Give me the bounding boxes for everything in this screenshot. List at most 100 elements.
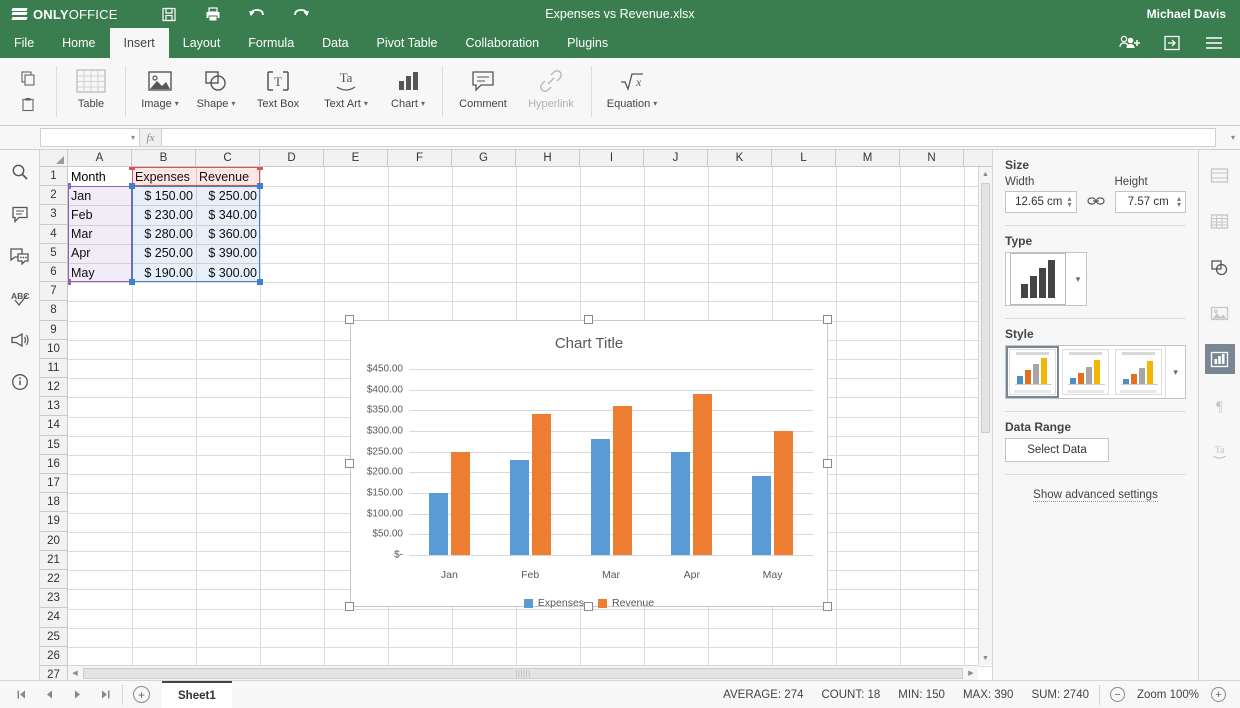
spellcheck-icon[interactable]: ABC (8, 286, 32, 310)
save-icon[interactable] (158, 4, 180, 24)
column-header-l[interactable]: L (772, 150, 836, 166)
tab-insert[interactable]: Insert (109, 28, 169, 58)
last-sheet-icon[interactable] (98, 688, 112, 702)
insert-chart-button[interactable]: Chart ▾ (380, 58, 436, 125)
cell-C1[interactable]: Revenue (196, 167, 260, 186)
tab-formula[interactable]: Formula (234, 28, 308, 58)
column-header-e[interactable]: E (324, 150, 388, 166)
cell-B2[interactable]: $ 150.00 (132, 186, 196, 205)
row-header-3[interactable]: 3 (40, 205, 67, 225)
column-header-b[interactable]: B (132, 150, 196, 166)
vertical-scroll-thumb[interactable] (981, 183, 990, 433)
cell-B4[interactable]: $ 280.00 (132, 225, 196, 244)
header-footer-settings-icon[interactable] (1205, 160, 1235, 190)
sheet-tab-sheet1[interactable]: Sheet1 (162, 681, 232, 708)
chart-resize-handle[interactable] (584, 315, 593, 324)
table-settings-icon[interactable] (1205, 206, 1235, 236)
tab-layout[interactable]: Layout (169, 28, 235, 58)
zoom-in-button[interactable]: + (1211, 687, 1226, 702)
formula-input[interactable] (162, 128, 1216, 147)
scroll-up-icon[interactable]: ▲ (979, 167, 992, 181)
height-input[interactable]: 7.57 cm ▴ ▾ (1114, 191, 1186, 213)
chart-bar[interactable] (590, 439, 610, 555)
row-header-2[interactable]: 2 (40, 186, 67, 206)
feedback-icon[interactable] (8, 328, 32, 352)
column-header-h[interactable]: H (516, 150, 580, 166)
row-header-25[interactable]: 25 (40, 628, 67, 647)
open-location-icon[interactable] (1160, 31, 1184, 55)
range-handle[interactable] (129, 279, 135, 286)
previous-sheet-icon[interactable] (42, 688, 56, 702)
legend-item[interactable]: Revenue (598, 597, 654, 609)
paragraph-settings-icon[interactable]: ¶ (1205, 390, 1235, 420)
search-icon[interactable] (8, 160, 32, 184)
tab-home[interactable]: Home (48, 28, 109, 58)
row-header-1[interactable]: 1 (40, 167, 67, 187)
chart-resize-handle[interactable] (345, 602, 354, 611)
row-header-20[interactable]: 20 (40, 532, 67, 551)
row-header-16[interactable]: 16 (40, 455, 67, 474)
horizontal-scrollbar[interactable]: ◀ |||||| ▶ (68, 665, 978, 680)
chart-resize-handle[interactable] (345, 315, 354, 324)
tab-plugins[interactable]: Plugins (553, 28, 622, 58)
chart-settings-icon[interactable] (1204, 344, 1235, 374)
style-thumb-3[interactable] (1112, 346, 1165, 398)
cell-B3[interactable]: $ 230.00 (132, 205, 196, 224)
add-sheet-button[interactable]: + (133, 686, 150, 703)
scroll-down-icon[interactable]: ▼ (979, 651, 992, 665)
row-header-13[interactable]: 13 (40, 397, 67, 417)
select-data-button[interactable]: Select Data (1005, 438, 1109, 462)
row-header-26[interactable]: 26 (40, 647, 67, 666)
chart-bar[interactable] (509, 459, 529, 555)
row-header-5[interactable]: 5 (40, 244, 67, 263)
show-advanced-settings-link[interactable]: Show advanced settings (1033, 489, 1158, 502)
zoom-out-button[interactable]: − (1109, 687, 1125, 702)
row-header-19[interactable]: 19 (40, 512, 67, 532)
comment-icon[interactable] (8, 202, 32, 226)
chart-bar[interactable] (450, 451, 470, 555)
chat-icon[interactable] (8, 244, 32, 268)
range-handle[interactable] (257, 167, 263, 170)
chart-bar[interactable] (671, 451, 691, 555)
cell-A6[interactable]: May (68, 263, 132, 282)
chart-bar[interactable] (774, 431, 794, 555)
column-header-a[interactable]: A (68, 150, 132, 166)
cell-B1[interactable]: Expenses (132, 167, 196, 186)
chart-style-gallery[interactable]: ▾ (1005, 345, 1186, 399)
height-stepper[interactable]: ▴ ▾ (1177, 195, 1181, 209)
vertical-scrollbar[interactable]: ▲ ▼ (978, 167, 992, 665)
cell-C2[interactable]: $ 250.00 (196, 186, 260, 205)
chart-resize-handle[interactable] (823, 602, 832, 611)
chart-resize-handle[interactable] (823, 458, 832, 468)
row-header-27[interactable]: 27 (40, 666, 67, 680)
insert-textart-button[interactable]: Ta Text Art ▾ (312, 58, 380, 125)
scroll-left-icon[interactable]: ◀ (68, 669, 82, 677)
copy-icon[interactable] (20, 70, 36, 89)
range-handle[interactable] (68, 279, 71, 286)
column-header-n[interactable]: N (900, 150, 964, 166)
image-settings-icon[interactable] (1205, 298, 1235, 328)
redo-icon[interactable] (290, 4, 312, 24)
legend-item[interactable]: Expenses (523, 597, 584, 609)
chart-bar[interactable] (428, 493, 448, 555)
range-handle[interactable] (257, 279, 263, 286)
tab-file[interactable]: File (0, 28, 48, 58)
cell-area[interactable]: Month Expenses Revenue Jan $ 150.00 $ 250.00 F… (68, 167, 992, 680)
range-handle[interactable] (68, 183, 71, 190)
chart-object[interactable]: Chart Title $450.00 $400.00 $350.00 $300.00 $… (350, 320, 828, 609)
expand-formula-bar-icon[interactable]: ▾ (1226, 133, 1240, 142)
range-handle[interactable] (129, 167, 135, 170)
row-header-4[interactable]: 4 (40, 225, 67, 244)
chart-resize-handle[interactable] (345, 458, 354, 468)
cell-A3[interactable]: Feb (68, 205, 132, 224)
insert-shape-button[interactable]: Shape ▾ (188, 58, 244, 125)
column-header-f[interactable]: F (388, 150, 452, 166)
row-header-24[interactable]: 24 (40, 608, 67, 628)
cell-A1[interactable]: Month (68, 167, 132, 186)
next-sheet-icon[interactable] (70, 688, 84, 702)
insert-image-button[interactable]: Image ▾ (132, 58, 188, 125)
chart-resize-handle[interactable] (584, 602, 593, 611)
row-header-15[interactable]: 15 (40, 436, 67, 455)
cell-C5[interactable]: $ 390.00 (196, 244, 260, 263)
chevron-down-icon[interactable]: ▾ (1070, 253, 1086, 305)
